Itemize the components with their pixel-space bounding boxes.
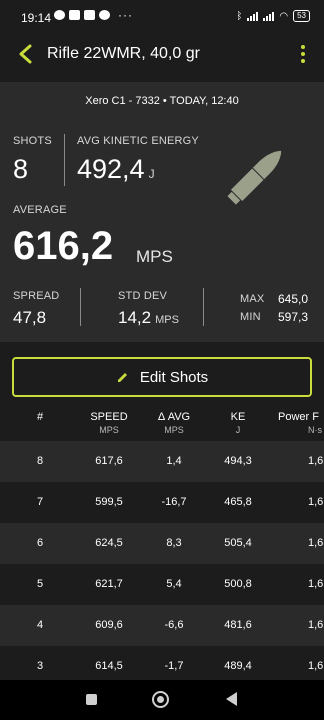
min-label: MIN (240, 311, 261, 323)
cell-delta-avg: -16,7 (161, 496, 187, 508)
divider (64, 134, 65, 186)
table-row[interactable]: 5 621,7 5,4 500,8 1,6 (0, 564, 324, 605)
max-label: MAX (240, 293, 265, 305)
pencil-icon (117, 373, 127, 382)
shots-table[interactable]: 8 617,6 1,4 494,3 1,6 7 599,5 -16,7 465,… (0, 441, 324, 681)
std-dev-label: STD DEV (118, 290, 168, 302)
cell-ke: 481,6 (224, 619, 252, 631)
cell-delta-avg: -6,6 (164, 619, 184, 631)
cell-number: 8 (36, 455, 44, 467)
edit-shots-button[interactable]: Edit Shots (12, 357, 312, 397)
cell-speed: 624,5 (95, 537, 123, 549)
back-icon[interactable] (226, 692, 237, 706)
column-header-number: # (36, 411, 44, 423)
cell-ke: 489,4 (224, 660, 252, 672)
bluetooth-icon: ᛒ (236, 10, 243, 22)
wifi-icon: ◠ (279, 10, 289, 22)
cell-number: 6 (36, 537, 44, 549)
notification-icons (54, 10, 110, 20)
system-icons: ᛒ ◠ 53 (236, 10, 310, 22)
shots-value: 8 (13, 154, 29, 184)
cell-speed: 621,7 (95, 578, 123, 590)
avg-ke-unit: J (148, 167, 155, 181)
min-value: 597,3 (278, 310, 309, 324)
back-arrow-icon[interactable] (16, 43, 36, 65)
column-header-ke: KE J (230, 411, 246, 435)
more-notifications-icon: ··· (118, 8, 133, 22)
cell-speed: 609,6 (95, 619, 123, 631)
signal-icon (247, 11, 259, 21)
cell-number: 5 (36, 578, 44, 590)
average-label: AVERAGE (13, 204, 67, 216)
cell-delta-avg: 1,4 (166, 455, 182, 467)
table-row[interactable]: 8 617,6 1,4 494,3 1,6 (0, 441, 324, 482)
table-row[interactable]: 4 609,6 -6,6 481,6 1,6 (0, 605, 324, 646)
notification-icon (54, 10, 65, 20)
table-header: # SPEED MPS Δ AVG MPS KE J Power F N·s (0, 403, 324, 441)
cell-delta-avg: 5,4 (166, 578, 182, 590)
cell-power-factor: 1,6 (308, 537, 324, 549)
average-unit: MPS (136, 247, 173, 266)
cell-speed: 599,5 (95, 496, 123, 508)
cell-speed: 617,6 (95, 455, 123, 467)
avg-ke-value: 492,4 J (77, 154, 155, 184)
cell-power-factor: 1,6 (308, 496, 324, 508)
stats-panel: SHOTS 8 AVG KINETIC ENERGY 492,4 J AVERAG… (0, 120, 324, 342)
cell-delta-avg: -1,7 (164, 660, 184, 672)
more-options-icon[interactable] (300, 45, 306, 63)
app-bar: Rifle 22WMR, 40,0 gr (0, 34, 324, 76)
spread-label: SPREAD (13, 290, 60, 302)
cell-ke: 505,4 (224, 537, 252, 549)
status-time: 19:14 (21, 11, 52, 25)
cloud-icon (99, 10, 110, 20)
divider (203, 288, 204, 326)
column-header-delta-avg: Δ AVG MPS (157, 411, 191, 435)
cell-ke: 500,8 (224, 578, 252, 590)
youtube-icon (84, 10, 95, 20)
recent-apps-icon[interactable] (86, 694, 97, 705)
table-row[interactable]: 6 624,5 8,3 505,4 1,6 (0, 523, 324, 564)
average-value: 616,2 (13, 224, 114, 268)
std-dev-unit: MPS (155, 314, 179, 326)
table-row[interactable]: 7 599,5 -16,7 465,8 1,6 (0, 482, 324, 523)
column-header-power-factor: Power F N·s (278, 411, 322, 435)
cartridge-icon (227, 150, 282, 205)
status-bar: 19:14 ··· ᛒ ◠ 53 (0, 0, 324, 34)
battery-icon: 53 (293, 10, 310, 22)
shots-label: SHOTS (13, 135, 52, 147)
cell-power-factor: 1,6 (308, 578, 324, 590)
avg-ke-label: AVG KINETIC ENERGY (77, 135, 199, 147)
divider (80, 288, 81, 326)
cell-speed: 614,5 (95, 660, 123, 672)
signal-icon (263, 11, 275, 21)
home-icon[interactable] (152, 691, 169, 708)
cell-power-factor: 1,6 (308, 619, 324, 631)
youtube-icon (69, 10, 80, 20)
system-nav-bar (0, 680, 324, 720)
page-title: Rifle 22WMR, 40,0 gr (47, 45, 200, 62)
spread-value: 47,8 (13, 308, 47, 327)
cell-number: 7 (36, 496, 44, 508)
max-value: 645,0 (278, 292, 309, 306)
edit-shots-label: Edit Shots (139, 368, 209, 386)
cell-number: 3 (36, 660, 44, 672)
cell-ke: 465,8 (224, 496, 252, 508)
cell-power-factor: 1,6 (308, 660, 324, 672)
cell-ke: 494,3 (224, 455, 252, 467)
cell-delta-avg: 8,3 (166, 537, 182, 549)
cell-power-factor: 1,6 (308, 455, 324, 467)
std-dev-value: 14,2 MPS (118, 308, 179, 327)
cell-number: 4 (36, 619, 44, 631)
table-row[interactable]: 3 614,5 -1,7 489,4 1,6 (0, 646, 324, 681)
session-info: Xero C1 - 7332 • TODAY, 12:40 (0, 82, 324, 120)
column-header-speed: SPEED MPS (90, 411, 128, 435)
